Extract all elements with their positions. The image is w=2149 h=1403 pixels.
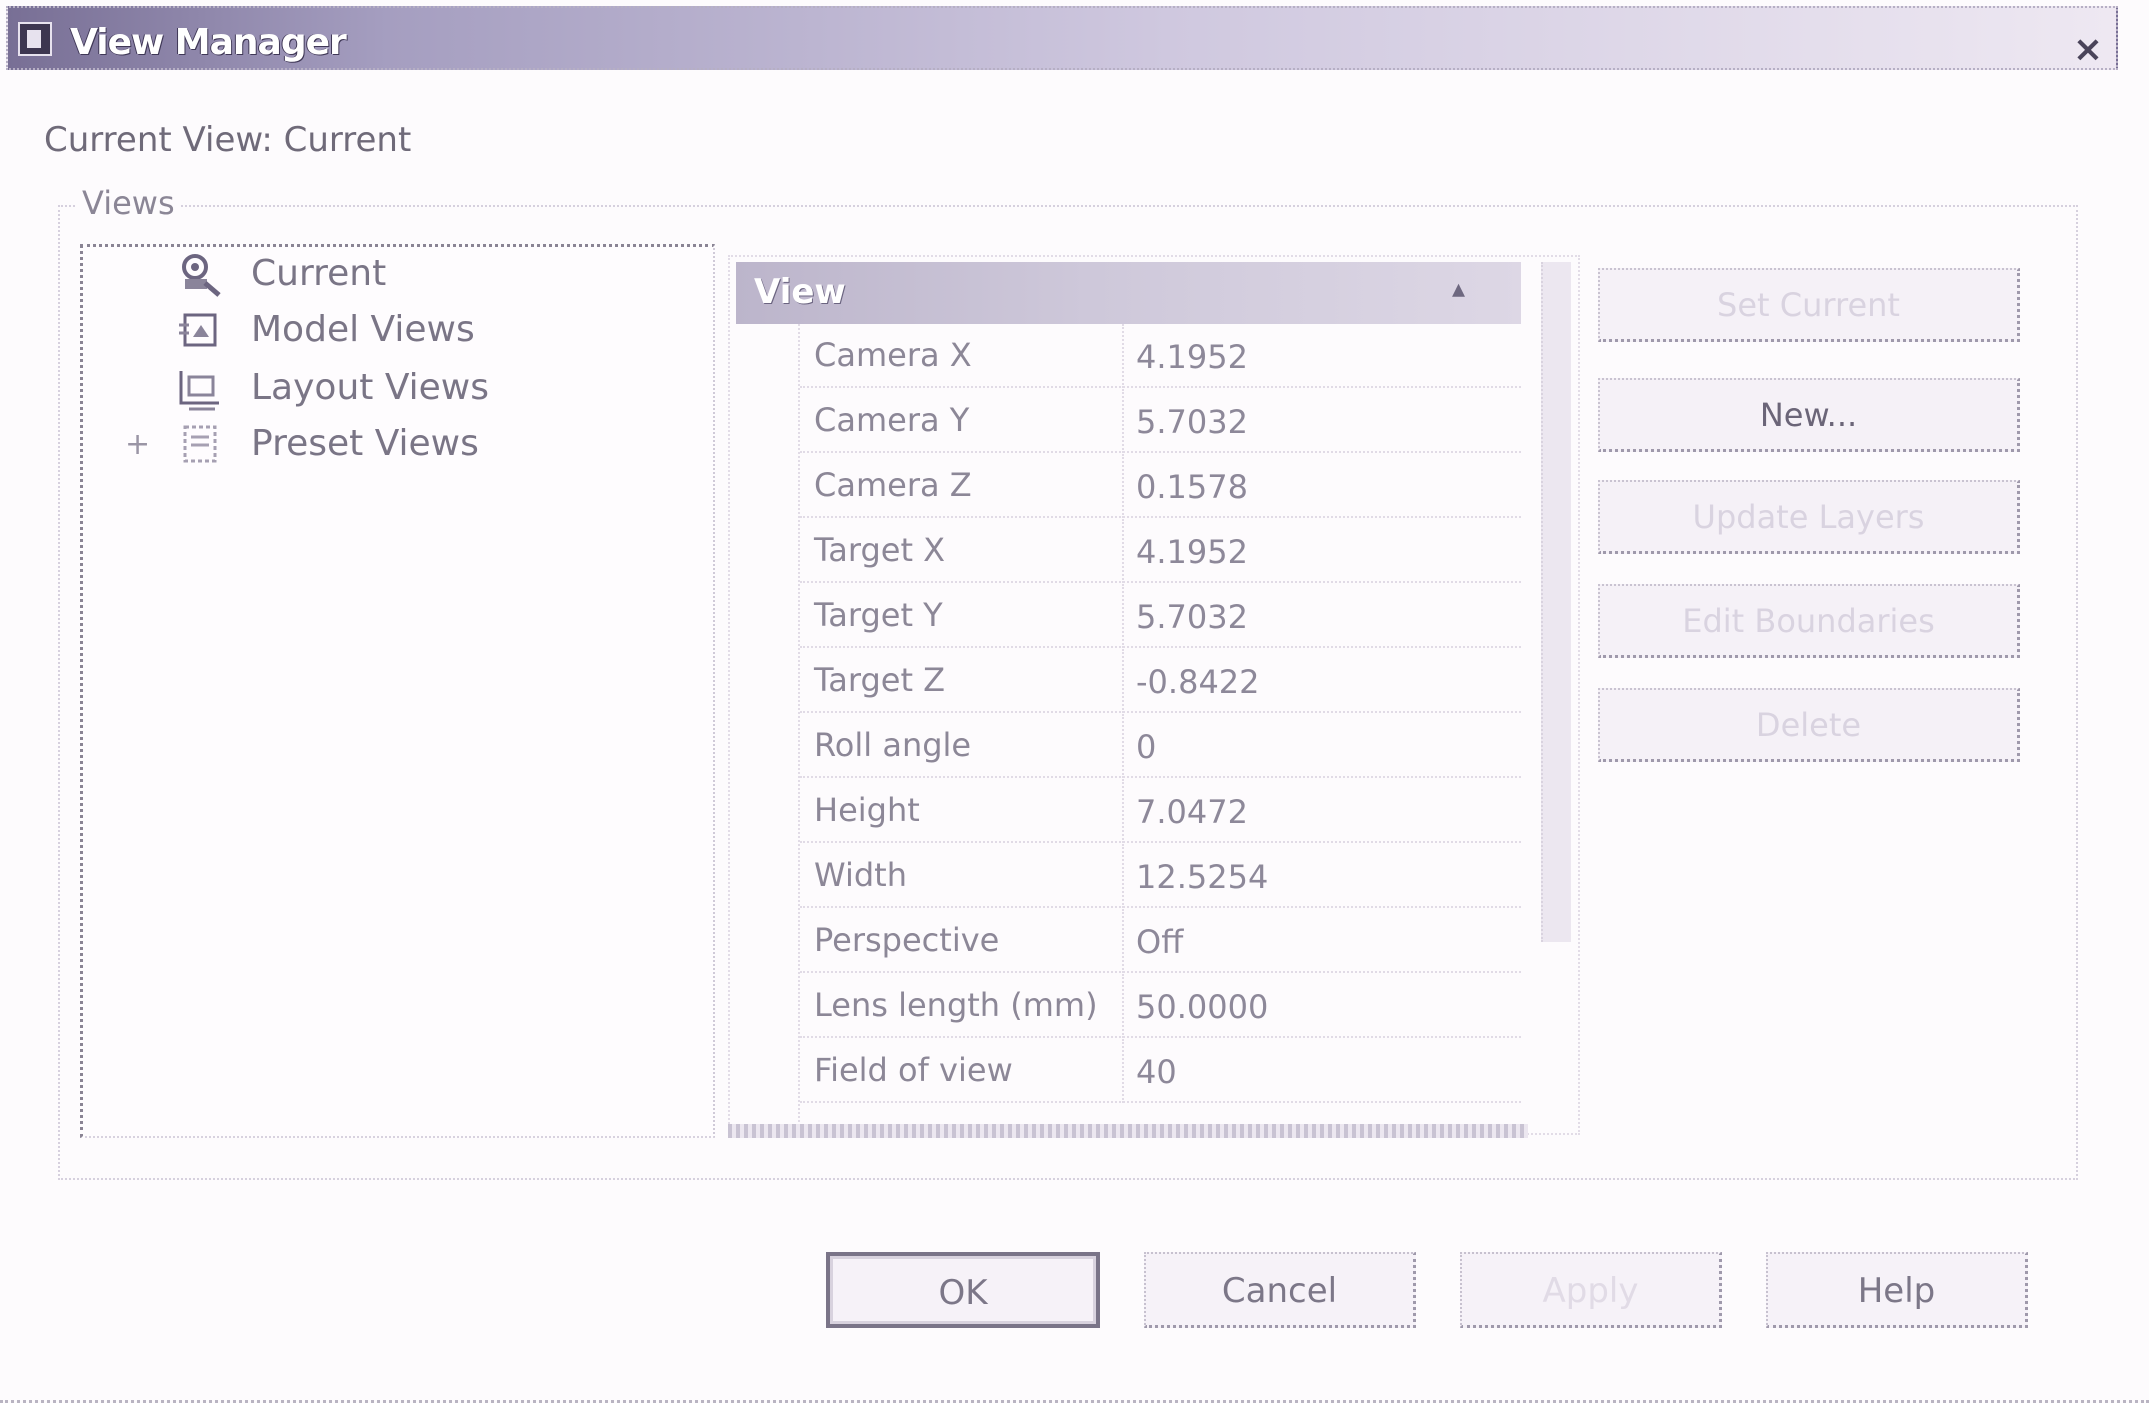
views-group-label: Views [76,184,181,222]
column-divider [1122,649,1124,713]
property-row[interactable]: Camera Y 5.7032 [800,389,1521,453]
help-button[interactable]: Help [1766,1252,2028,1328]
edit-boundaries-button[interactable]: Edit Boundaries [1598,584,2020,658]
close-icon[interactable]: × [2068,30,2108,70]
property-row[interactable]: Height 7.0472 [800,779,1521,843]
new-view-button[interactable]: New... [1598,378,2020,452]
property-name: Target Z [814,661,946,699]
column-divider [1122,519,1124,583]
property-value[interactable]: 7.0472 [1136,793,1248,831]
tree-item-current[interactable]: Current [83,247,683,303]
column-divider [1122,1039,1124,1103]
tree-item-layout-views[interactable]: Layout Views [83,361,683,417]
views-tree[interactable]: Current Model Views Layout Views + Prese… [80,244,715,1138]
property-name: Camera X [814,336,972,374]
property-row[interactable]: Camera Z 0.1578 [800,454,1521,518]
properties-category-header[interactable]: View ▴ [736,262,1521,324]
apply-button[interactable]: Apply [1460,1252,1722,1328]
property-value[interactable]: 0.1578 [1136,468,1248,506]
tree-item-label: Layout Views [251,367,490,408]
column-divider [1122,909,1124,973]
tree-expander[interactable]: + [125,427,150,462]
tree-item-model-views[interactable]: Model Views [83,303,683,359]
property-name: Width [814,856,907,894]
property-name: Field of view [814,1051,1013,1089]
property-value[interactable]: 12.5254 [1136,858,1268,896]
property-name: Lens length (mm) [814,986,1098,1024]
property-row[interactable]: Target Y 5.7032 [800,584,1521,648]
property-name: Target Y [814,596,943,634]
cancel-button[interactable]: Cancel [1144,1252,1416,1328]
property-row[interactable]: Lens length (mm) 50.0000 [800,974,1521,1038]
window-title: View Manager [70,22,347,63]
collapse-icon[interactable]: ▴ [1452,274,1465,304]
property-name: Perspective [814,921,1000,959]
column-divider [1122,714,1124,778]
property-row[interactable]: Roll angle 0 [800,714,1521,778]
property-value[interactable]: 4.1952 [1136,338,1248,376]
property-value[interactable]: 0 [1136,728,1156,766]
tree-item-label: Current [251,253,387,294]
set-current-button[interactable]: Set Current [1598,268,2020,342]
tree-item-preset-views[interactable]: + Preset Views [83,417,683,473]
view-manager-dialog: View Manager × Current View: Current Vie… [0,0,2149,1403]
category-label: View [754,272,846,312]
delete-button[interactable]: Delete [1598,688,2020,762]
column-divider [1122,454,1124,518]
model-views-icon [179,313,217,347]
tree-item-label: Preset Views [251,423,479,464]
column-divider [1122,974,1124,1038]
column-divider [1122,324,1124,388]
property-name: Camera Z [814,466,972,504]
current-view-label: Current View: Current [44,120,412,160]
app-icon [18,22,52,56]
preset-views-icon [183,425,217,463]
property-value[interactable]: 5.7032 [1136,403,1248,441]
property-value[interactable]: -0.8422 [1136,663,1260,701]
horizontal-scrollbar[interactable] [728,1124,1528,1138]
layout-views-icon [179,371,219,411]
property-name: Roll angle [814,726,972,764]
property-value[interactable]: 5.7032 [1136,598,1248,636]
update-layers-button[interactable]: Update Layers [1598,480,2020,554]
column-divider [1122,389,1124,453]
property-name: Camera Y [814,401,970,439]
property-row[interactable]: Field of view 40 [800,1039,1521,1103]
properties-scrollbar[interactable] [1541,262,1571,942]
ok-button[interactable]: OK [826,1252,1100,1328]
property-name: Height [814,791,920,829]
column-divider [1122,584,1124,648]
property-name: Target X [814,531,946,569]
tree-item-label: Model Views [251,309,475,350]
property-value[interactable]: Off [1136,923,1183,961]
camera-view-icon [182,254,221,297]
property-value[interactable]: 40 [1136,1053,1177,1091]
property-row[interactable]: Perspective Off [800,909,1521,973]
property-value[interactable]: 4.1952 [1136,533,1248,571]
property-row[interactable]: Target X 4.1952 [800,519,1521,583]
property-row[interactable]: Camera X 4.1952 [800,324,1521,388]
property-row[interactable]: Target Z -0.8422 [800,649,1521,713]
property-row[interactable]: Width 12.5254 [800,844,1521,908]
title-bar[interactable]: View Manager × [6,6,2118,70]
column-divider [1122,844,1124,908]
property-value[interactable]: 50.0000 [1136,988,1268,1026]
column-divider [1122,779,1124,843]
